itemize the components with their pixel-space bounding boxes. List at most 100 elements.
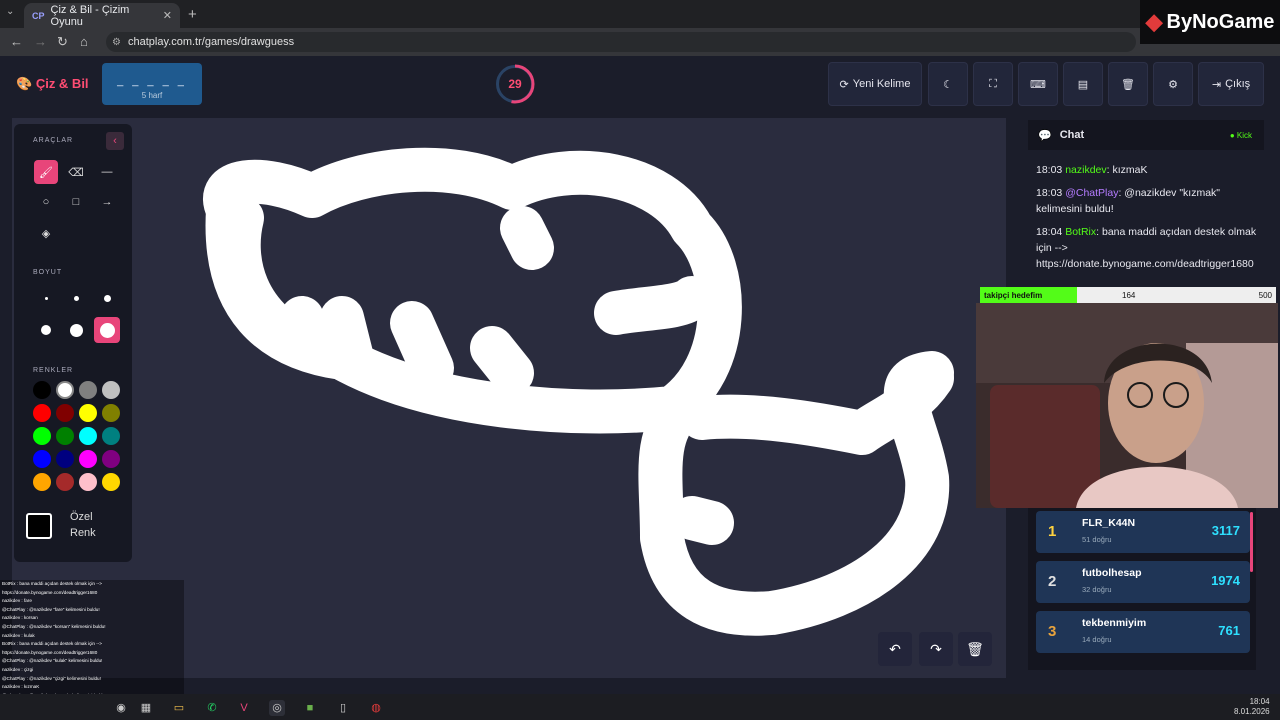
color-swatch[interactable] [56, 404, 74, 422]
leaderboard-correct-count: 32 doğru [1082, 585, 1112, 594]
brand-label: Çiz & Bil [35, 76, 89, 91]
color-swatch[interactable] [33, 473, 51, 491]
brush-tool[interactable]: 🖌 [34, 160, 58, 184]
color-swatch[interactable] [56, 473, 74, 491]
webcam-image [976, 303, 1278, 508]
back-icon[interactable]: ← [10, 34, 23, 49]
app-v-icon[interactable]: V [236, 700, 252, 716]
whatsapp-icon[interactable]: ✆ [204, 700, 220, 716]
chrome-icon[interactable]: ◎ [269, 700, 285, 716]
close-tab-icon[interactable]: ✕ [163, 9, 172, 22]
keyboard-button[interactable]: ⌨ [1018, 62, 1058, 106]
leaderboard-name: FLR_K44N [1082, 517, 1136, 529]
overlay-chat-line: https://donate.bynogame.com/deadtrigger1… [2, 589, 98, 595]
fullscreen-button[interactable]: ⛶ [973, 62, 1013, 106]
exit-button[interactable]: ⇥ Çıkış [1198, 62, 1264, 106]
overlay-chat-line: nazikdev : fare [2, 598, 32, 604]
color-swatch[interactable] [102, 473, 120, 491]
settings-button[interactable]: ⚙ [1153, 62, 1193, 106]
word-hint-box: _ _ _ _ _ 5 harf [102, 63, 202, 105]
browser-tab[interactable]: CP Çiz & Bil - Çizim Oyunu ✕ [24, 3, 180, 28]
size-option-4[interactable] [34, 318, 58, 342]
overlay-chat-line: @ChatPlay : @nazikdev "çizgi" kelimesini… [2, 675, 101, 681]
size-option-5[interactable] [64, 318, 88, 342]
color-swatch[interactable] [56, 450, 74, 468]
url-text: chatplay.com.tr/games/drawguess [128, 36, 295, 48]
widgets-icon[interactable]: ◉ [113, 700, 129, 716]
notepad-icon[interactable]: ▯ [335, 700, 351, 716]
webcam-feed [976, 303, 1278, 508]
new-tab-button[interactable]: + [188, 6, 197, 23]
new-word-label: Yeni Kelime [852, 78, 911, 90]
color-palette [33, 381, 123, 493]
theme-toggle-button[interactable]: ☾ [928, 62, 968, 106]
chat-header: 💬 Chat ● Kick [1028, 120, 1264, 150]
color-swatch[interactable] [79, 473, 97, 491]
site-info-icon[interactable]: ⚙ [112, 37, 121, 48]
color-swatch[interactable] [102, 381, 120, 399]
tools-title: ARAÇLAR [33, 137, 74, 144]
size-option-2[interactable] [64, 286, 88, 310]
custom-color-swatch [26, 513, 52, 539]
overlay-chat-line: nazikdev : kulak [2, 632, 35, 638]
follower-goal-bar: takipçi hedefim 164 500 [980, 287, 1276, 303]
color-swatch[interactable] [33, 404, 51, 422]
color-swatch[interactable] [102, 450, 120, 468]
chat-message-text: : kızmaK [1106, 164, 1148, 176]
color-swatch[interactable] [102, 404, 120, 422]
leaderboard-scrollbar[interactable] [1250, 512, 1253, 572]
tab-list-chevron-icon[interactable]: ⌄ [6, 6, 14, 17]
palette-icon: 🎨 [16, 76, 36, 91]
chat-message-time: 18:03 [1036, 187, 1066, 199]
obs-icon[interactable]: ◍ [368, 700, 384, 716]
color-swatch[interactable] [102, 427, 120, 445]
leaderboard-rank: 3 [1048, 623, 1057, 640]
archive-button[interactable]: ▤ [1063, 62, 1103, 106]
word-mask: _ _ _ _ _ [117, 75, 187, 87]
size-option-1[interactable] [34, 286, 58, 310]
custom-color-button[interactable]: Özel Renk [26, 505, 116, 545]
new-word-button[interactable]: ⟳ Yeni Kelime [828, 62, 922, 106]
color-swatch[interactable] [56, 381, 74, 399]
color-swatch[interactable] [33, 427, 51, 445]
color-swatch[interactable] [79, 381, 97, 399]
line-tool[interactable]: — [95, 160, 119, 184]
chat-message-user: @ChatPlay [1065, 187, 1119, 199]
circle-tool[interactable]: ○ [34, 190, 58, 214]
chat-message-user: BotRix [1065, 226, 1097, 238]
clear-canvas-button[interactable]: 🗑 [958, 632, 992, 666]
size-option-6[interactable] [94, 317, 120, 343]
redo-icon: ↷ [930, 640, 942, 657]
rectangle-tool[interactable]: □ [64, 190, 88, 214]
goal-current: 164 [1122, 291, 1136, 300]
taskbar [0, 694, 1280, 720]
undo-icon: ↶ [889, 640, 901, 657]
color-swatch[interactable] [33, 450, 51, 468]
redo-button[interactable]: ↷ [919, 632, 953, 666]
trash-icon: 🗑 [966, 640, 984, 657]
size-option-3[interactable] [95, 286, 119, 310]
color-swatch[interactable] [56, 427, 74, 445]
home-icon[interactable]: ⌂ [80, 34, 88, 49]
color-swatch[interactable] [79, 427, 97, 445]
store-icon[interactable]: ▦ [138, 700, 154, 716]
leaderboard-row: 1 FLR_K44N 51 doğru 3117 [1036, 511, 1250, 553]
archive-icon: ▤ [1077, 78, 1089, 91]
overlay-chat-line: @ChatPlay : @nazikdev "fare" kelimesini … [2, 606, 100, 612]
minecraft-icon[interactable]: ■ [302, 700, 318, 716]
exit-label: Çıkış [1225, 78, 1251, 90]
forward-icon[interactable]: → [34, 34, 47, 49]
file-explorer-icon[interactable]: ▭ [171, 700, 187, 716]
clear-button[interactable]: 🗑 [1108, 62, 1148, 106]
collapse-panel-button[interactable]: ‹ [106, 132, 124, 150]
eraser-tool[interactable]: ⌫ [64, 160, 88, 184]
color-swatch[interactable] [33, 381, 51, 399]
url-field[interactable]: ⚙ chatplay.com.tr/games/drawguess [106, 32, 1136, 52]
chat-message-time: 18:03 [1036, 164, 1066, 176]
arrow-tool[interactable]: → [95, 190, 119, 214]
reload-icon[interactable]: ↻ [57, 34, 68, 50]
undo-button[interactable]: ↶ [878, 632, 912, 666]
color-swatch[interactable] [79, 450, 97, 468]
fill-tool[interactable]: ◈ [34, 221, 58, 245]
color-swatch[interactable] [79, 404, 97, 422]
